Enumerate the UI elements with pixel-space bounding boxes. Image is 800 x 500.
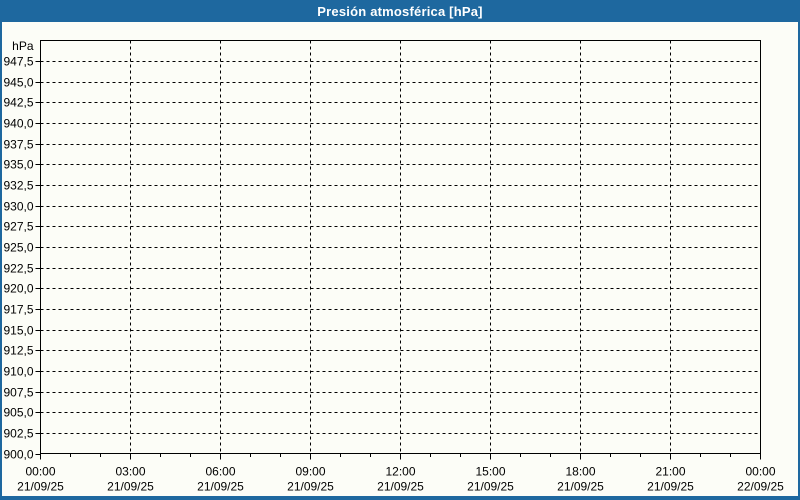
pressure-chart-panel: Presión atmosférica [hPa] 947,5 945,0 942,…	[0, 0, 800, 500]
chart-content-background	[2, 22, 798, 496]
chart-title-bar: Presión atmosférica [hPa]	[0, 0, 800, 22]
chart-title: Presión atmosférica [hPa]	[317, 3, 483, 19]
